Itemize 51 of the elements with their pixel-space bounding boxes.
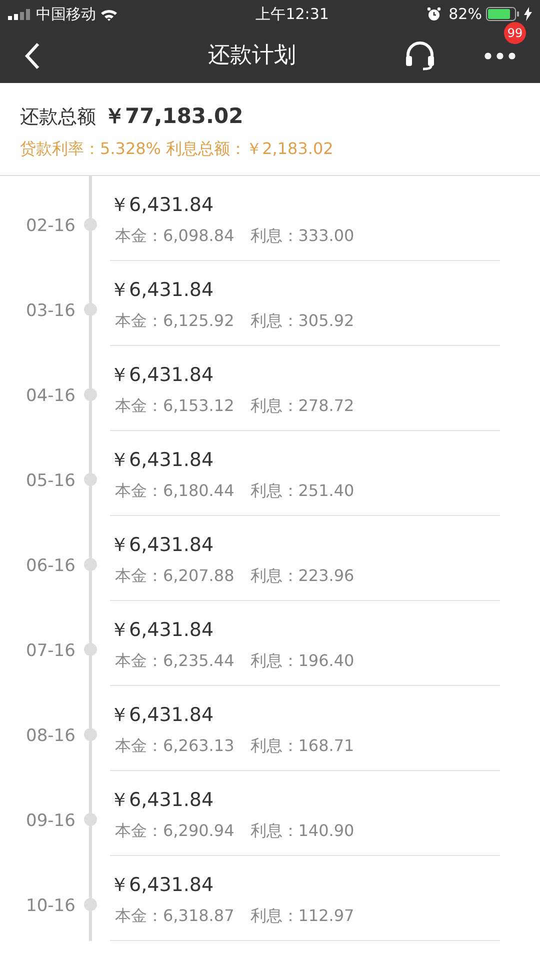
principal-text: 本金：6,098.84 (115, 225, 234, 248)
interest-text: 利息：140.90 (250, 820, 354, 842)
interest-text: 利息：278.72 (250, 395, 354, 418)
due-date: 06-16 (26, 556, 76, 576)
principal-text: 本金：6,180.44 (115, 480, 234, 502)
principal-text: 本金：6,290.94 (115, 820, 234, 842)
payment-amount: ￥6,431.84 (110, 448, 214, 470)
total-amount: ￥77,183.02 (104, 103, 244, 130)
interest-text: 利息：251.40 (250, 480, 354, 502)
payment-amount: ￥6,431.84 (110, 704, 214, 726)
interest-text: 利息：112.97 (250, 905, 354, 928)
interest-text: 利息：196.40 (250, 650, 354, 672)
charging-icon (524, 7, 532, 21)
wifi-icon (100, 8, 118, 20)
payment-amount: ￥6,431.84 (110, 618, 214, 640)
principal-text: 本金：6,318.87 (115, 905, 234, 928)
due-date: 08-16 (26, 726, 76, 746)
interest-text: 利息：305.92 (250, 310, 354, 332)
battery-icon (486, 7, 520, 21)
interest-text: 利息：223.96 (250, 565, 354, 588)
due-date: 02-16 (26, 216, 76, 236)
payment-amount: ￥6,431.84 (110, 788, 214, 810)
payment-amount: ￥6,431.84 (110, 278, 214, 300)
due-date: 07-16 (26, 640, 76, 660)
principal-text: 本金：6,153.12 (115, 395, 234, 418)
due-date: 09-16 (26, 810, 76, 830)
more-icon[interactable] (484, 52, 516, 60)
payment-amount: ￥6,431.84 (110, 874, 214, 896)
alarm-icon (426, 7, 441, 21)
principal-text: 本金：6,125.92 (115, 310, 234, 332)
signal-icon (8, 8, 32, 20)
payment-amount: ￥6,431.84 (110, 534, 214, 556)
principal-text: 本金：6,207.88 (115, 565, 234, 588)
back-icon[interactable] (24, 42, 40, 70)
principal-text: 本金：6,263.13 (115, 735, 234, 758)
due-date: 04-16 (26, 386, 76, 406)
headset-icon[interactable] (404, 40, 436, 70)
due-date: 05-16 (26, 470, 76, 490)
page-title: 还款计划 (208, 42, 296, 70)
interest-text: 利息：168.71 (250, 735, 354, 758)
clock-time: 上午12:31 (256, 4, 329, 25)
payment-amount: ￥6,431.84 (110, 194, 214, 216)
rate-text: 贷款利率：5.328% 利息总额：￥2,183.02 (20, 138, 334, 160)
interest-text: 利息：333.00 (250, 225, 354, 248)
due-date: 10-16 (26, 896, 76, 916)
total-label: 还款总额 (20, 105, 96, 130)
payment-amount: ￥6,431.84 (110, 364, 214, 386)
principal-text: 本金：6,235.44 (115, 650, 234, 672)
due-date: 03-16 (26, 300, 76, 320)
carrier-name: 中国移动 (36, 4, 96, 25)
battery-percent: 82% (448, 4, 482, 25)
